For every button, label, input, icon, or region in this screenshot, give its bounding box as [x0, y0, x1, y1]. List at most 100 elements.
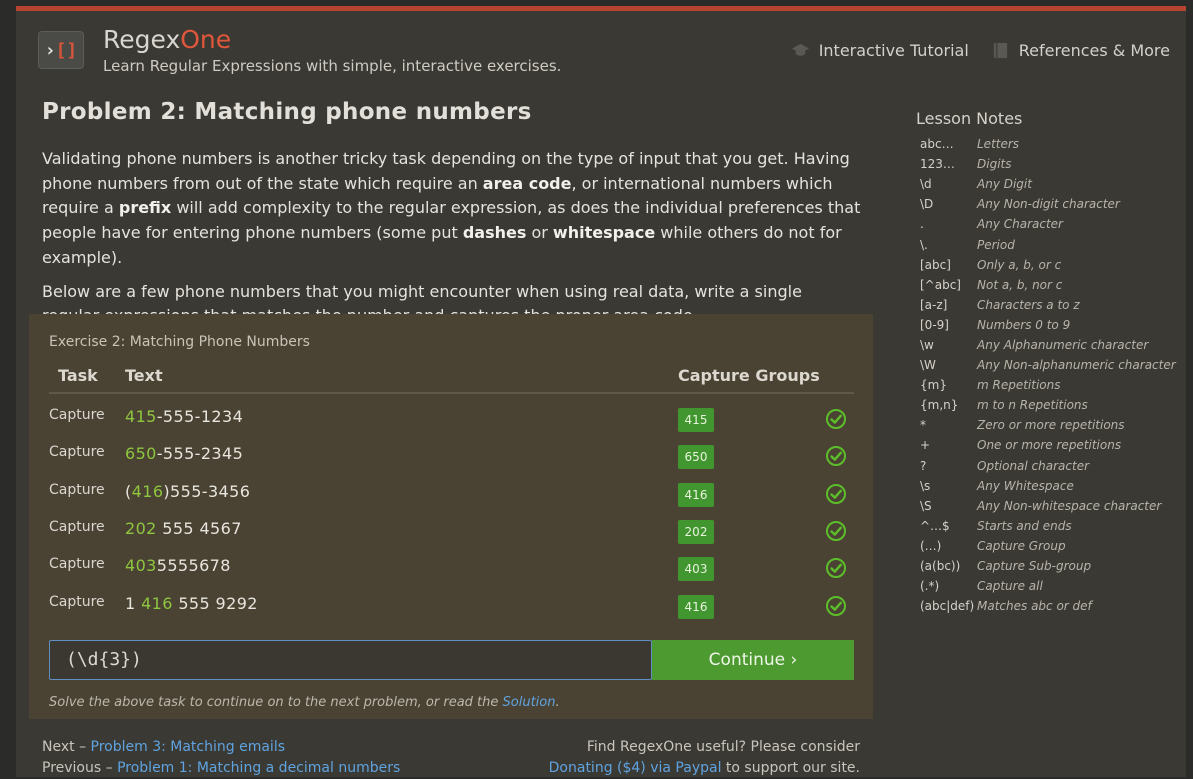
lesson-notes-title: Lesson Notes	[916, 109, 1023, 128]
task-label: Capture	[49, 556, 105, 572]
check-circle-icon	[826, 521, 846, 541]
note-syntax: \d	[920, 177, 932, 192]
check-circle-icon	[826, 484, 846, 504]
text-segment: 555 9292	[172, 594, 258, 613]
matched-area-code: 415	[125, 407, 157, 426]
hint-end: .	[555, 695, 560, 710]
note-item: + One or more repetitions	[916, 435, 1176, 455]
next-prefix: Next –	[42, 739, 91, 755]
text-segment: )555-3456	[163, 482, 251, 501]
matched-area-code: 416	[141, 594, 173, 613]
check-circle-icon	[826, 409, 846, 429]
note-description: Starts and ends	[977, 518, 1072, 533]
note-item: ^…$ Starts and ends	[916, 516, 1176, 536]
donate-link[interactable]: Donating ($4) via Paypal	[549, 760, 722, 776]
previous-problem-link[interactable]: Problem 1: Matching a decimal numbers	[117, 760, 400, 776]
task-label: Capture	[49, 594, 105, 610]
note-item: ? Optional character	[916, 456, 1176, 476]
note-item: [abc] Only a, b, or c	[916, 255, 1176, 275]
hint-text: Solve the above task to continue on to t…	[49, 695, 560, 710]
note-description: Optional character	[977, 458, 1090, 473]
note-description: Numbers 0 to 9	[977, 317, 1071, 332]
note-item: {m} m Repetitions	[916, 375, 1176, 395]
note-description: Capture Group	[977, 538, 1066, 553]
note-item: 123… Digits	[916, 154, 1176, 174]
continue-button[interactable]: Continue ›	[652, 640, 854, 680]
note-description: One or more repetitions	[977, 438, 1122, 453]
note-description: Digits	[977, 157, 1012, 172]
regexone-logo[interactable]: ›[]	[38, 31, 84, 69]
donate-line: Find RegexOne useful? Please consider	[586, 739, 860, 755]
top-nav: Interactive Tutorial References & More	[791, 41, 1170, 60]
nav-references[interactable]: References & More	[991, 41, 1170, 60]
brand-name[interactable]: RegexOne	[103, 25, 231, 54]
text-segment: -555-1234	[156, 407, 244, 426]
note-syntax: {m,n}	[920, 398, 959, 413]
note-description: Not a, b, nor c	[977, 277, 1063, 292]
note-syntax: (a(bc))	[920, 559, 961, 574]
text-segment: 1	[125, 594, 142, 613]
donate-note: Find RegexOne useful? Please consider Do…	[549, 737, 860, 779]
matched-area-code: 416	[131, 482, 164, 501]
matched-area-code: 650	[125, 444, 157, 463]
task-label: Capture	[49, 407, 105, 423]
note-syntax: [0-9]	[920, 317, 949, 332]
column-header-task: Task	[58, 366, 98, 385]
note-description: Only a, b, or c	[977, 257, 1062, 272]
matched-area-code: 403	[125, 556, 157, 575]
book-icon	[993, 42, 1007, 59]
capture-group-badge: 202	[678, 520, 714, 544]
table-row: Capture 415-555-1234 415	[49, 404, 854, 441]
exercise-panel: Exercise 2: Matching Phone Numbers Task …	[29, 314, 873, 719]
header-divider	[49, 392, 854, 394]
note-syntax: 123…	[920, 157, 955, 172]
regex-input[interactable]: (\d{3})	[49, 640, 652, 680]
previous-prefix: Previous –	[42, 760, 118, 776]
lesson-content: Problem 2: Matching phone numbers Valida…	[42, 99, 862, 329]
note-description: Characters a to z	[977, 297, 1080, 312]
table-row: Capture (416)555-3456 416	[49, 479, 854, 516]
note-description: Any Alphanumeric character	[977, 337, 1149, 352]
next-line: Next – Problem 3: Matching emails	[42, 737, 400, 758]
note-description: Capture Sub-group	[977, 559, 1092, 574]
task-label: Capture	[49, 482, 105, 498]
text-segment: 5555678	[156, 556, 231, 575]
capture-group-badge: 416	[678, 483, 714, 507]
capture-group-badge: 415	[678, 408, 714, 432]
note-syntax: (…)	[920, 538, 942, 553]
table-row: Capture 202 555 4567 202	[49, 516, 854, 553]
note-syntax: \w	[920, 337, 934, 352]
next-problem-link[interactable]: Problem 3: Matching emails	[91, 739, 285, 755]
text-segment: 555 4567	[156, 519, 242, 538]
note-item: [^abc] Not a, b, nor c	[916, 275, 1176, 295]
note-syntax: {m}	[920, 378, 947, 393]
donate-end: to support our site.	[721, 760, 860, 776]
nav-interactive-tutorial[interactable]: Interactive Tutorial	[791, 41, 969, 60]
note-syntax: (abc|def)	[920, 599, 975, 614]
note-item: \. Period	[916, 234, 1176, 254]
bold-term: prefix	[118, 198, 172, 218]
table-row: Capture 1 416 555 9292 416	[49, 591, 854, 628]
solution-link[interactable]: Solution	[503, 695, 556, 710]
task-label: Capture	[49, 519, 105, 535]
nav-label: Interactive Tutorial	[818, 41, 969, 60]
note-item: (abc|def) Matches abc or def	[916, 596, 1176, 616]
lesson-notes-list: abc… Letters 123… Digits \d Any Digit \D Any No…	[916, 134, 1176, 616]
note-item: abc… Letters	[916, 134, 1176, 154]
column-header-capture-groups: Capture Groups	[678, 366, 820, 385]
note-syntax: [abc]	[920, 257, 951, 272]
note-item: \w Any Alphanumeric character	[916, 335, 1176, 355]
lesson-notes: Lesson Notes abc… Letters 123… Digits \d Any …	[916, 109, 1176, 616]
bold-term: dashes	[462, 223, 527, 243]
regex-input-value: (\d{3})	[66, 649, 142, 670]
table-row: Capture 650-555-2345 650	[49, 441, 854, 478]
note-item: \s Any Whitespace	[916, 476, 1176, 496]
note-syntax: *	[920, 418, 926, 433]
note-description: Any Whitespace	[977, 478, 1074, 493]
note-syntax: +	[920, 438, 931, 453]
note-item: (.*) Capture all	[916, 576, 1176, 596]
note-syntax: ^…$	[920, 518, 950, 533]
graduation-cap-icon	[791, 43, 809, 56]
paragraph-text: or	[526, 223, 553, 243]
note-item: (…) Capture Group	[916, 536, 1176, 556]
